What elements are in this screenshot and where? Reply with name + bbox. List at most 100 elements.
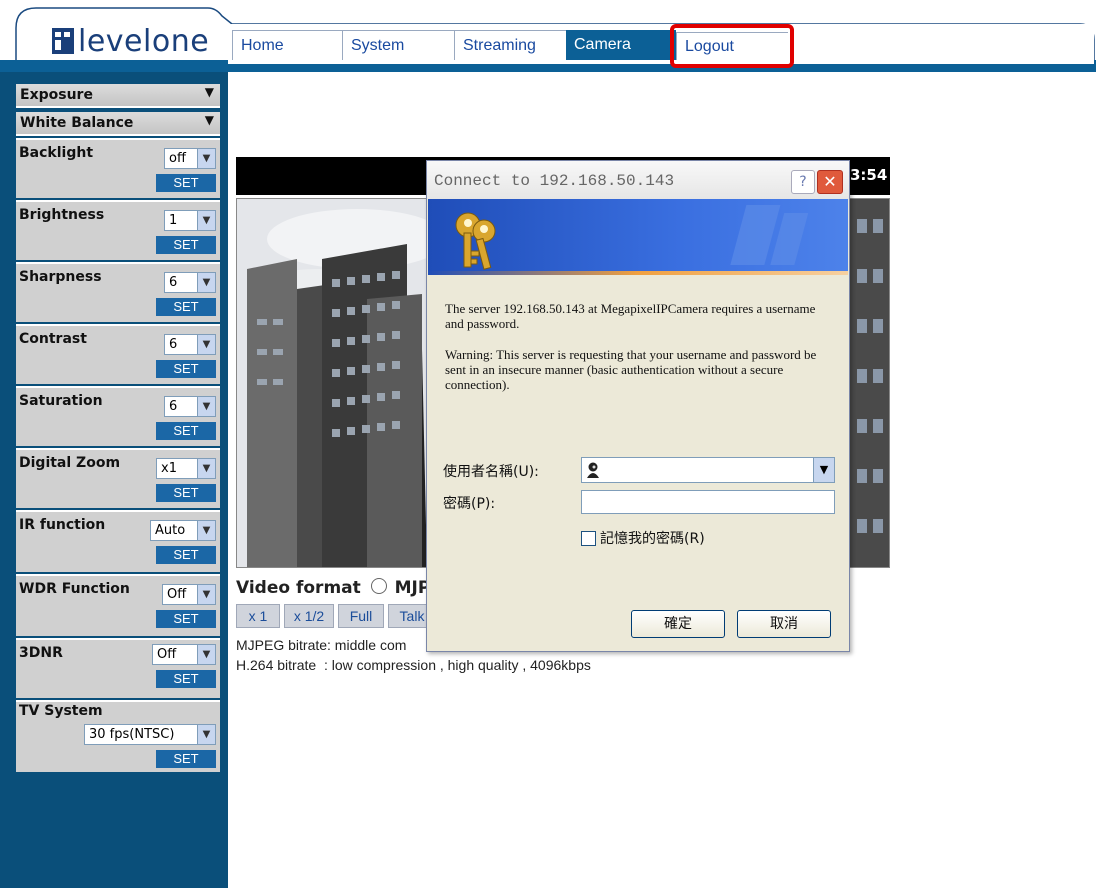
backlight-label: Backlight	[19, 145, 94, 161]
auth-dialog: Connect to 192.168.50.143 ? ✕ The server…	[426, 160, 850, 652]
user-icon	[586, 462, 600, 478]
password-label: 密碼(P):	[443, 496, 496, 512]
triangle-down-icon: ▼	[204, 85, 214, 99]
sharpness-label: Sharpness	[19, 269, 102, 285]
username-combobox[interactable]: ▼	[581, 457, 835, 483]
chevron-down-icon[interactable]: ▼	[197, 211, 215, 230]
password-field[interactable]	[581, 490, 835, 514]
digital-zoom-label: Digital Zoom	[19, 455, 121, 471]
camera-settings-sidebar: Exposure ▼ White Balance ▼ Backlight off…	[0, 72, 228, 888]
saturation-label: Saturation	[19, 393, 103, 409]
setting-contrast: Contrast 6 ▼ SET	[16, 324, 220, 384]
sidebar-item-white-balance[interactable]: White Balance ▼	[16, 112, 220, 136]
chevron-down-icon[interactable]: ▼	[813, 458, 834, 482]
tab-home[interactable]: Home	[232, 30, 342, 60]
saturation-set-button[interactable]: SET	[156, 422, 216, 440]
chevron-down-icon[interactable]: ▼	[197, 725, 215, 744]
ok-button[interactable]: 確定	[631, 610, 725, 638]
ir-function-label: IR function	[19, 517, 106, 533]
logout-highlight-box	[670, 24, 794, 68]
sharpness-value: 6	[169, 275, 178, 290]
chevron-down-icon[interactable]: ▼	[197, 335, 215, 354]
setting-backlight: Backlight off ▼ SET	[16, 138, 220, 198]
brightness-set-button[interactable]: SET	[156, 236, 216, 254]
dialog-title: Connect to 192.168.50.143	[434, 172, 675, 190]
wdr-function-select[interactable]: Off ▼	[162, 584, 216, 605]
video-timestamp: 3:54	[850, 166, 888, 184]
chevron-down-icon[interactable]: ▼	[197, 149, 215, 168]
remember-password[interactable]: 記憶我的密碼(R)	[581, 528, 705, 548]
username-label: 使用者名稱(U):	[443, 464, 539, 480]
setting-brightness: Brightness 1 ▼ SET	[16, 200, 220, 260]
chevron-down-icon[interactable]: ▼	[197, 273, 215, 292]
contrast-label: Contrast	[19, 331, 87, 347]
setting-sharpness: Sharpness 6 ▼ SET	[16, 262, 220, 322]
wdr-function-set-button[interactable]: SET	[156, 610, 216, 628]
close-button[interactable]: ✕	[817, 170, 843, 194]
sharpness-select[interactable]: 6 ▼	[164, 272, 216, 293]
contrast-set-button[interactable]: SET	[156, 360, 216, 378]
tv-system-value: 30 fps(NTSC)	[89, 727, 175, 742]
saturation-select[interactable]: 6 ▼	[164, 396, 216, 417]
digital-zoom-value: x1	[161, 461, 177, 476]
sharpness-set-button[interactable]: SET	[156, 298, 216, 316]
zoom-x1-button[interactable]: x 1	[236, 604, 280, 628]
tv-system-set-button[interactable]: SET	[156, 750, 216, 768]
saturation-value: 6	[169, 399, 178, 414]
brightness-select[interactable]: 1 ▼	[164, 210, 216, 231]
setting-saturation: Saturation 6 ▼ SET	[16, 386, 220, 446]
cancel-button[interactable]: 取消	[737, 610, 831, 638]
ir-function-set-button[interactable]: SET	[156, 546, 216, 564]
logo-mark-icon	[52, 28, 74, 54]
setting-digital-zoom: Digital Zoom x1 ▼ SET	[16, 448, 220, 508]
help-button[interactable]: ?	[791, 170, 815, 194]
white-balance-label: White Balance	[20, 115, 134, 131]
video-format-row: Video format MJP	[236, 578, 430, 598]
ir-function-select[interactable]: Auto ▼	[150, 520, 216, 541]
brightness-label: Brightness	[19, 207, 105, 223]
tv-system-label: TV System	[19, 703, 103, 719]
3dnr-label: 3DNR	[19, 645, 63, 661]
ir-function-value: Auto	[155, 523, 186, 538]
tab-camera[interactable]: Camera	[566, 30, 676, 60]
sidebar-item-exposure[interactable]: Exposure ▼	[16, 84, 220, 108]
dialog-title-bar[interactable]: Connect to 192.168.50.143 ? ✕	[427, 161, 849, 199]
dialog-banner	[428, 199, 848, 275]
chevron-down-icon[interactable]: ▼	[197, 459, 215, 478]
setting-ir-function: IR function Auto ▼ SET	[16, 510, 220, 572]
digital-zoom-set-button[interactable]: SET	[156, 484, 216, 502]
h264-bitrate-text: H.264 bitrate : low compression , high q…	[236, 657, 591, 673]
backlight-select[interactable]: off ▼	[164, 148, 216, 169]
setting-wdr-function: WDR Function Off ▼ SET	[16, 574, 220, 636]
fullscreen-button[interactable]: Full	[338, 604, 384, 628]
chevron-down-icon[interactable]: ▼	[197, 521, 215, 540]
mjpeg-bitrate-text: MJPEG bitrate: middle com	[236, 637, 407, 653]
tv-system-select[interactable]: 30 fps(NTSC) ▼	[84, 724, 216, 745]
setting-tv-system: TV System 30 fps(NTSC) ▼ SET	[16, 700, 220, 772]
wdr-function-value: Off	[167, 587, 187, 602]
digital-zoom-select[interactable]: x1 ▼	[156, 458, 216, 479]
chevron-down-icon[interactable]: ▼	[197, 397, 215, 416]
tab-system[interactable]: System	[342, 30, 454, 60]
backlight-value: off	[169, 151, 186, 166]
tab-streaming[interactable]: Streaming	[454, 30, 566, 60]
wdr-function-label: WDR Function	[19, 581, 130, 597]
zoom-half-button[interactable]: x 1/2	[284, 604, 334, 628]
auth-message: The server 192.168.50.143 at MegapixelIP…	[445, 301, 816, 331]
radio-icon[interactable]	[370, 578, 387, 594]
video-format-label: Video format	[236, 578, 361, 598]
chevron-down-icon[interactable]: ▼	[197, 645, 215, 664]
3dnr-set-button[interactable]: SET	[156, 670, 216, 688]
remember-password-label: 記憶我的密碼(R)	[600, 531, 705, 547]
levelone-logo: levelone	[16, 20, 226, 64]
contrast-value: 6	[169, 337, 178, 352]
backlight-set-button[interactable]: SET	[156, 174, 216, 192]
brightness-value: 1	[169, 213, 178, 228]
contrast-select[interactable]: 6 ▼	[164, 334, 216, 355]
exposure-label: Exposure	[20, 87, 93, 103]
3dnr-select[interactable]: Off ▼	[152, 644, 216, 665]
logo-text: levelone	[78, 24, 210, 59]
chevron-down-icon[interactable]: ▼	[197, 585, 215, 604]
checkbox-icon[interactable]	[581, 530, 596, 546]
3dnr-value: Off	[157, 647, 177, 662]
